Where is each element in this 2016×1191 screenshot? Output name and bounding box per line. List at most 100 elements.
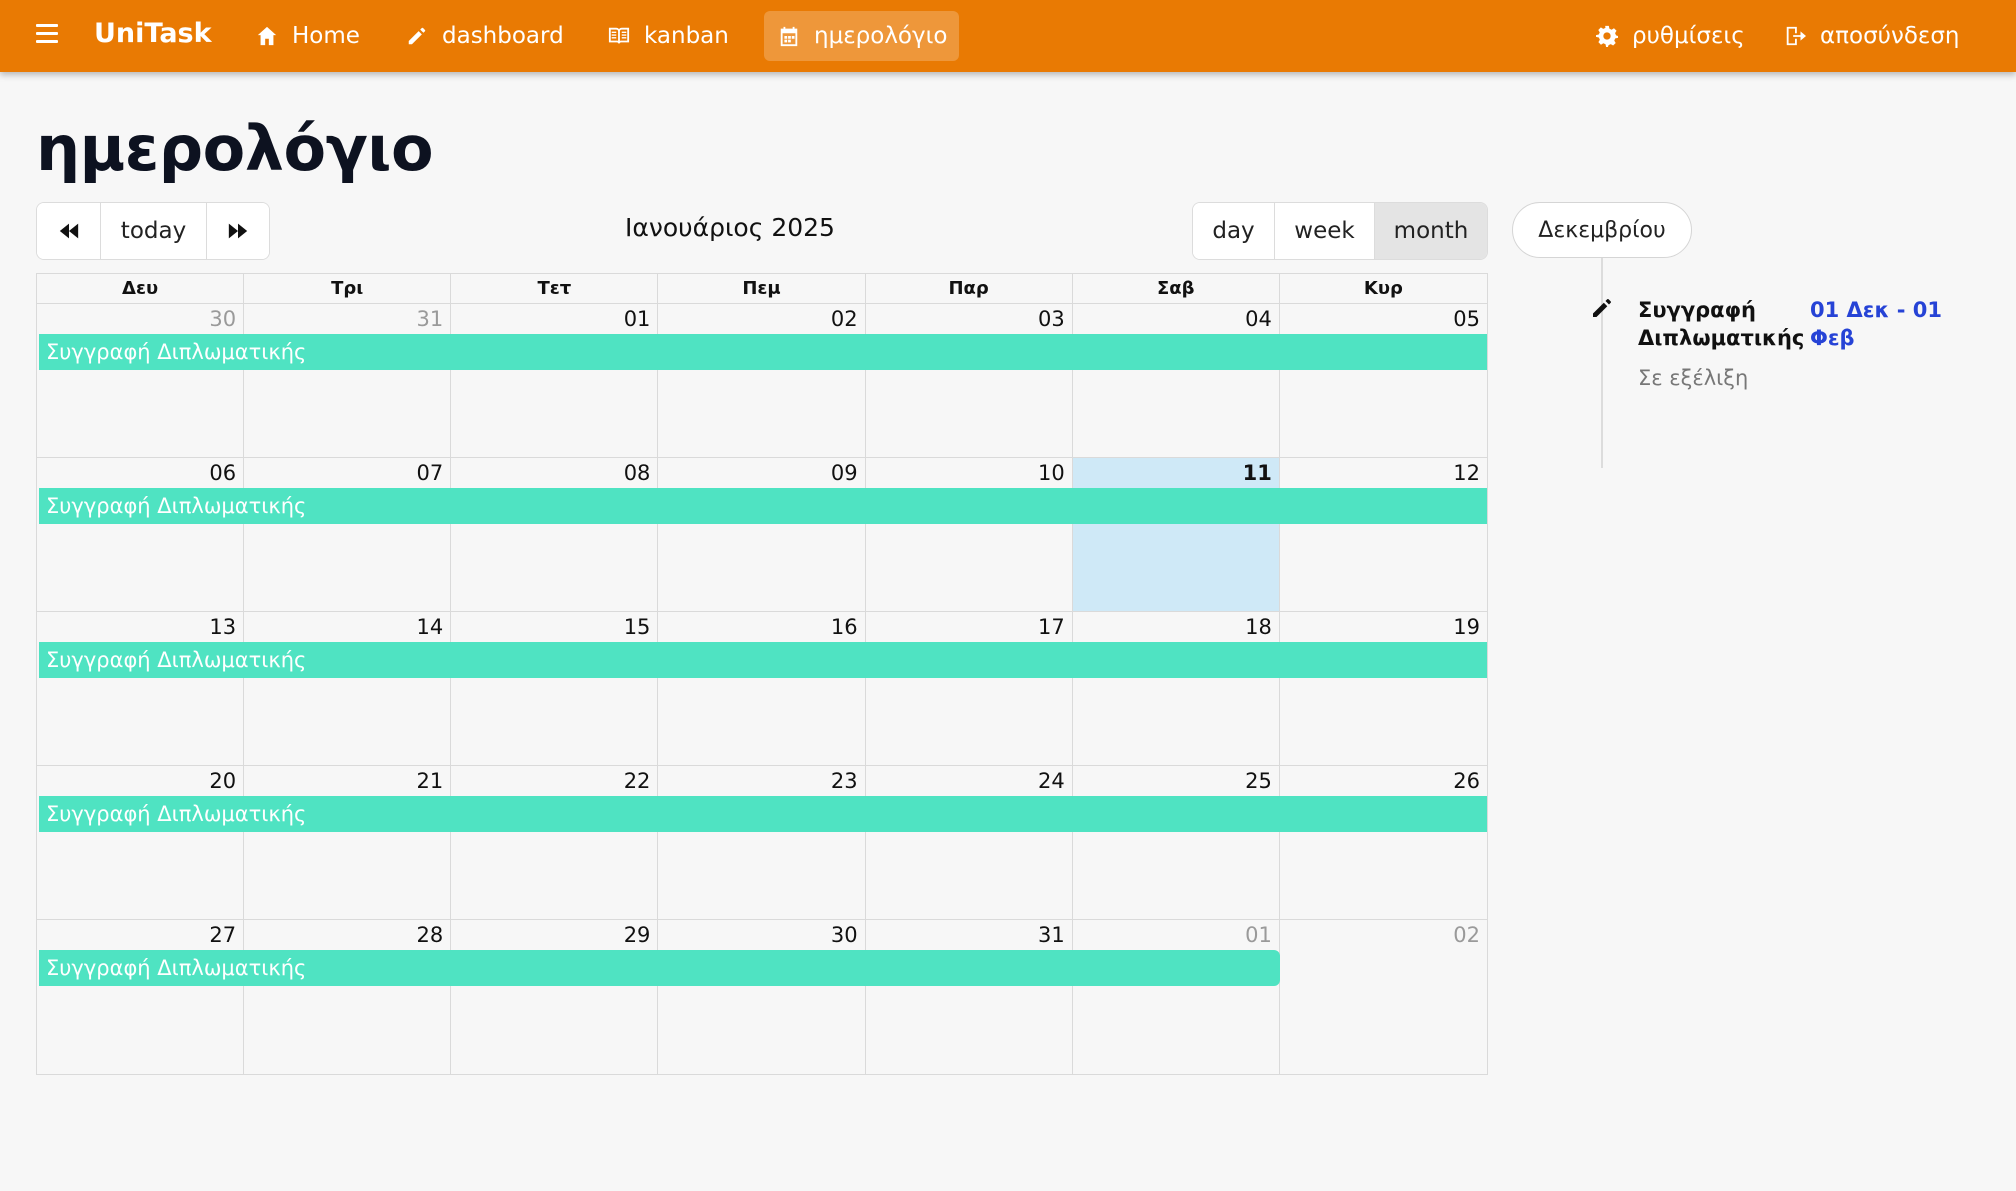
calendar-day[interactable]: 27: [37, 920, 245, 1074]
calendar-day-today[interactable]: 11: [1072, 458, 1280, 611]
calendar-day[interactable]: 04: [1073, 304, 1280, 457]
calendar-day[interactable]: 14: [244, 612, 452, 765]
day-number[interactable]: 25: [1245, 769, 1272, 793]
day-number[interactable]: 06: [209, 461, 236, 485]
day-number[interactable]: 24: [1038, 769, 1065, 793]
day-number[interactable]: 04: [1245, 307, 1272, 331]
calendar-day[interactable]: 01: [1073, 920, 1280, 1074]
calendar-day[interactable]: 24: [866, 766, 1073, 919]
calendar-day[interactable]: 30: [658, 920, 866, 1074]
calendar-week-days: 06 07 08 09 10 11 12: [37, 458, 1487, 611]
day-number[interactable]: 26: [1453, 769, 1480, 793]
day-number[interactable]: 17: [1038, 615, 1065, 639]
calendar-day[interactable]: 21: [244, 766, 452, 919]
day-number[interactable]: 31: [417, 307, 444, 331]
day-number[interactable]: 15: [624, 615, 651, 639]
nav-dashboard[interactable]: dashboard: [394, 11, 576, 61]
day-number[interactable]: 09: [831, 461, 858, 485]
calendar-day[interactable]: 03: [866, 304, 1073, 457]
calendar-day[interactable]: 17: [866, 612, 1073, 765]
nav-calendar[interactable]: ημερολόγιο: [764, 11, 960, 61]
calendar-day[interactable]: 10: [866, 458, 1073, 611]
prev-button[interactable]: [37, 203, 101, 259]
nav-settings[interactable]: ρυθμίσεις: [1584, 11, 1757, 61]
day-number[interactable]: 29: [624, 923, 651, 947]
calendar-day[interactable]: 06: [37, 458, 245, 611]
day-number[interactable]: 14: [417, 615, 444, 639]
day-number[interactable]: 02: [831, 307, 858, 331]
calendar-day[interactable]: 26: [1280, 766, 1487, 919]
calendar-day[interactable]: 15: [451, 612, 659, 765]
calendar-event[interactable]: Συγγραφή Διπλωματικής: [39, 488, 1487, 524]
weekday-header-cell: Σαβ: [1073, 274, 1280, 304]
day-number[interactable]: 30: [831, 923, 858, 947]
day-number[interactable]: 16: [831, 615, 858, 639]
calendar-day[interactable]: 02: [658, 304, 866, 457]
day-number[interactable]: 20: [209, 769, 236, 793]
timeline-item-title[interactable]: Συγγραφή Διπλωματικής: [1638, 296, 1804, 352]
brand-logo[interactable]: UniTask: [94, 18, 212, 49]
nav-logout[interactable]: αποσύνδεση: [1772, 11, 1971, 61]
weekday-header: Δευ Τρι Τετ Πεμ Παρ Σαβ Κυρ: [37, 274, 1487, 304]
calendar-day[interactable]: 12: [1280, 458, 1487, 611]
calendar-event[interactable]: Συγγραφή Διπλωματικής: [39, 950, 1280, 986]
calendar-day[interactable]: 20: [37, 766, 245, 919]
day-number[interactable]: 05: [1453, 307, 1480, 331]
calendar-day[interactable]: 29: [451, 920, 659, 1074]
calendar-week-row: 27 28 29 30 31 01 02 Συγγραφή Διπλωματικής: [37, 920, 1487, 1074]
day-number[interactable]: 19: [1453, 615, 1480, 639]
day-number[interactable]: 30: [209, 307, 236, 331]
calendar-day[interactable]: 07: [244, 458, 452, 611]
double-left-icon: [59, 223, 78, 239]
month-calendar: Δευ Τρι Τετ Πεμ Παρ Σαβ Κυρ 30 31 01 02 03 04…: [36, 273, 1488, 1075]
day-number[interactable]: 02: [1453, 923, 1480, 947]
calendar-day[interactable]: 28: [244, 920, 452, 1074]
day-number[interactable]: 07: [417, 461, 444, 485]
calendar-day[interactable]: 02: [1280, 920, 1487, 1074]
day-number[interactable]: 22: [624, 769, 651, 793]
calendar-day[interactable]: 13: [37, 612, 245, 765]
calendar-event[interactable]: Συγγραφή Διπλωματικής: [39, 642, 1487, 678]
day-number[interactable]: 31: [1038, 923, 1065, 947]
day-number[interactable]: 01: [1245, 923, 1272, 947]
day-number[interactable]: 11: [1243, 461, 1272, 485]
calendar-day[interactable]: 18: [1073, 612, 1280, 765]
calendar-day[interactable]: 09: [658, 458, 866, 611]
calendar-day[interactable]: 23: [658, 766, 866, 919]
calendar-day[interactable]: 25: [1073, 766, 1280, 919]
view-day-button[interactable]: day: [1193, 203, 1275, 259]
day-number[interactable]: 08: [624, 461, 651, 485]
day-number[interactable]: 28: [417, 923, 444, 947]
calendar-day[interactable]: 30: [37, 304, 245, 457]
day-number[interactable]: 18: [1245, 615, 1272, 639]
next-button[interactable]: [207, 203, 269, 259]
nav-kanban[interactable]: kanban: [596, 11, 741, 61]
day-number[interactable]: 21: [417, 769, 444, 793]
day-number[interactable]: 23: [831, 769, 858, 793]
calendar-day[interactable]: 08: [451, 458, 659, 611]
day-number[interactable]: 03: [1038, 307, 1065, 331]
nav-dashboard-label: dashboard: [442, 23, 564, 49]
day-number[interactable]: 01: [624, 307, 651, 331]
calendar-day[interactable]: 31: [244, 304, 452, 457]
calendar-day[interactable]: 16: [658, 612, 866, 765]
calendar-week-days: 13 14 15 16 17 18 19: [37, 612, 1487, 765]
calendar-day[interactable]: 31: [866, 920, 1073, 1074]
day-number[interactable]: 12: [1453, 461, 1480, 485]
view-week-button[interactable]: week: [1275, 203, 1375, 259]
day-number[interactable]: 10: [1038, 461, 1065, 485]
day-number[interactable]: 27: [209, 923, 236, 947]
calendar-day[interactable]: 05: [1280, 304, 1487, 457]
today-button[interactable]: today: [101, 203, 207, 259]
calendar-day[interactable]: 22: [451, 766, 659, 919]
book-icon: [608, 27, 630, 44]
nav-home[interactable]: Home: [244, 11, 372, 61]
view-month-button[interactable]: month: [1375, 203, 1487, 259]
calendar-event[interactable]: Συγγραφή Διπλωματικής: [39, 796, 1487, 832]
month-selector-button[interactable]: Δεκεμβρίου: [1512, 202, 1692, 258]
hamburger-menu-icon[interactable]: [36, 24, 58, 46]
calendar-event[interactable]: Συγγραφή Διπλωματικής: [39, 334, 1487, 370]
day-number[interactable]: 13: [209, 615, 236, 639]
calendar-day[interactable]: 01: [451, 304, 659, 457]
calendar-day[interactable]: 19: [1280, 612, 1487, 765]
